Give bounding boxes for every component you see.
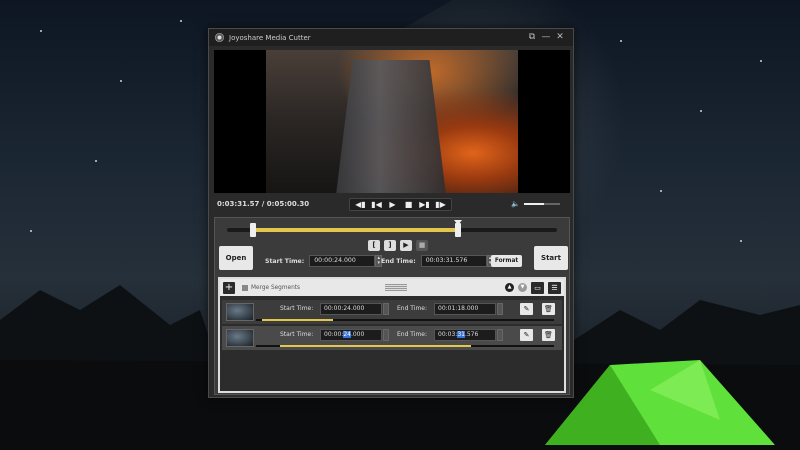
time-display: 0:03:31.57 / 0:05:00.30 [217,200,310,208]
trim-timeline[interactable] [227,220,557,237]
segment-end-input[interactable]: 00:03:31.576 [434,329,496,341]
next-segment-icon[interactable]: ▮▶ [433,200,448,209]
star [180,20,182,22]
end-time-input[interactable]: 00:03:31.576 [420,255,487,267]
minimize-icon[interactable]: — [539,33,553,42]
start-time-input[interactable]: 00:00:24.000 [309,255,376,267]
mark-buttons: [ ] ▶ ■ [368,240,428,251]
end-time-row: End Time: 00:03:31.576 ▴▾ [381,255,494,267]
set-end-button[interactable]: ] [384,240,396,251]
app-window: Joyoshare Media Cutter ⧉ — ✕ 0:03:31.57 … [208,28,574,398]
start-value-post: .000 [350,331,365,338]
window-title: Joyoshare Media Cutter [229,33,311,42]
segment-range-fill [279,345,471,347]
video-frame [266,50,518,193]
star [740,240,742,242]
trim-start-handle[interactable] [250,223,257,237]
tent [545,360,775,445]
app-logo-icon [215,33,224,42]
volume-control: 🔈 [511,200,570,208]
star [120,80,122,82]
start-value-highlight: 24 [343,331,351,338]
restore-icon[interactable]: ⧉ [525,33,539,42]
segment-end-label: End Time: [397,331,428,338]
segment-end-label: End Time: [397,305,428,312]
transport-controls: ◀▮ ▮◀ ▶ ■ ▶▮ ▮▶ [349,197,452,211]
delete-segment-icon[interactable]: 🗑 [542,303,555,315]
start-time-label: Start Time: [265,257,305,265]
segment-end-input[interactable]: 00:01:18.000 [434,303,496,315]
end-value-highlight: 31 [457,331,465,338]
split-view-icon[interactable]: ▭ [531,281,544,294]
video-scene [336,60,446,193]
star [700,110,702,112]
move-up-icon[interactable]: ▲ [505,283,514,292]
volume-slider[interactable] [524,203,560,205]
segment-end-spinner[interactable] [497,303,503,315]
star [660,190,662,192]
panel-grip-handle[interactable] [385,284,408,291]
merge-segments-checkbox[interactable] [242,284,248,291]
edit-segment-icon[interactable]: ✎ [520,329,533,341]
play-icon[interactable]: ▶ [385,200,400,209]
start-button[interactable]: Start [534,246,568,270]
end-value-post: .576 [464,331,479,338]
move-down-icon[interactable]: ▼ [518,283,527,292]
stop-preview-button[interactable]: ■ [416,240,428,251]
set-start-button[interactable]: [ [368,240,380,251]
segment-thumbnail [226,303,254,321]
segment-toolbar-actions: ▲ ▼ ▭ ☰ [505,281,561,294]
segment-toolbar: + Merge Segments ▲ ▼ ▭ ☰ [220,279,564,296]
segment-list-panel: + Merge Segments ▲ ▼ ▭ ☰ Start Time: 00:… [218,277,566,393]
close-icon[interactable]: ✕ [553,33,567,42]
open-button[interactable]: Open [219,246,253,270]
speaker-icon[interactable]: 🔈 [511,200,520,208]
segment-start-label: Start Time: [280,331,314,338]
video-preview[interactable] [214,50,570,193]
segment-thumbnail [226,329,254,347]
segment-range-fill [261,319,334,321]
volume-fill [524,203,544,205]
playhead-marker[interactable] [454,220,462,225]
start-value-pre: 00:00: [324,331,344,338]
edit-segment-icon[interactable]: ✎ [520,303,533,315]
star [95,160,97,162]
next-frame-icon[interactable]: ▶▮ [417,200,432,209]
add-segment-button[interactable]: + [223,281,235,294]
delete-segment-icon[interactable]: 🗑 [542,329,555,341]
segment-end-spinner[interactable] [497,329,503,341]
star [620,40,622,42]
prev-segment-icon[interactable]: ◀▮ [353,200,368,209]
segment-start-input[interactable]: 00:00:24.000 [320,329,382,341]
trim-selected-range [253,228,458,232]
segment-start-spinner[interactable] [383,303,389,315]
format-button[interactable]: Format [491,255,522,267]
star [760,60,762,62]
star [40,30,42,32]
star [30,230,32,232]
merge-segments-label: Merge Segments [251,284,301,291]
segment-row[interactable]: Start Time: 00:00:24.000 End Time: 00:01… [222,300,562,324]
segment-timeline [256,319,554,321]
segment-timeline [256,345,554,347]
start-time-row: Start Time: 00:00:24.000 ▴ ▾ [265,255,383,267]
segment-row-selected[interactable]: Start Time: 00:00:24.000 End Time: 00:03… [222,326,562,350]
trim-end-handle[interactable] [455,223,461,237]
stop-icon[interactable]: ■ [401,200,416,209]
prev-frame-icon[interactable]: ▮◀ [369,200,384,209]
segment-start-label: Start Time: [280,305,314,312]
segment-start-spinner[interactable] [383,329,389,341]
end-time-label: End Time: [381,257,416,265]
cut-panel: [ ] ▶ ■ Open Start Time: 00:00:24.000 ▴ ▾… [214,217,570,395]
segment-start-input[interactable]: 00:00:24.000 [320,303,382,315]
end-value-pre: 00:03: [438,331,458,338]
list-menu-icon[interactable]: ☰ [548,281,561,294]
player-controls: 0:03:31.57 / 0:05:00.30 ◀▮ ▮◀ ▶ ■ ▶▮ ▮▶ … [214,194,570,214]
title-bar: Joyoshare Media Cutter ⧉ — ✕ [209,29,573,46]
preview-segment-button[interactable]: ▶ [400,240,412,251]
